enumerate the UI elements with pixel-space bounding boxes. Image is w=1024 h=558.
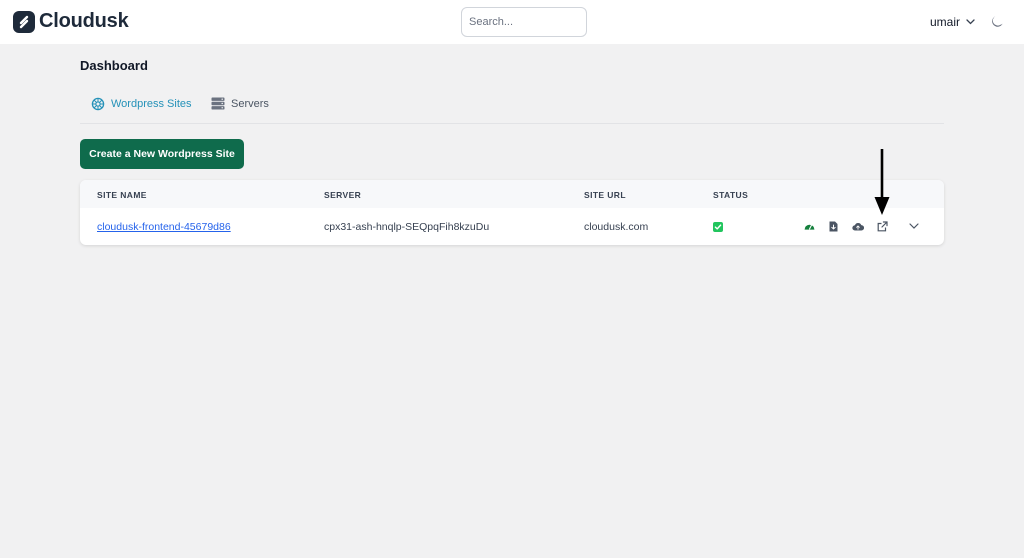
- moon-icon: [992, 16, 1003, 27]
- table-row: cloudusk-frontend-45679d86 cpx31-ash-hnq…: [80, 208, 944, 245]
- top-navbar: Cloudusk umair: [0, 0, 1024, 44]
- chevron-down-icon[interactable]: [908, 220, 920, 232]
- page-title: Dashboard: [80, 58, 148, 73]
- site-url: cloudusk.com: [584, 221, 649, 233]
- column-header-site-name: SITE NAME: [97, 190, 147, 200]
- user-menu[interactable]: umair: [930, 15, 975, 29]
- chevron-down-icon: [966, 19, 975, 25]
- sites-table: SITE NAME SERVER SITE URL STATUS cloudus…: [80, 180, 944, 245]
- brand-logo[interactable]: Cloudusk: [13, 10, 129, 33]
- column-header-status: STATUS: [713, 190, 749, 200]
- status-check-icon: [713, 222, 723, 232]
- column-header-site-url: SITE URL: [584, 190, 626, 200]
- brand-name: Cloudusk: [39, 10, 129, 32]
- cloud-upload-icon[interactable]: [852, 220, 864, 232]
- annotation-arrow-icon: [874, 149, 890, 215]
- tab-wordpress-sites[interactable]: Wordpress Sites: [91, 97, 192, 111]
- site-name-link[interactable]: cloudusk-frontend-45679d86: [97, 221, 231, 233]
- server-icon: [211, 97, 225, 110]
- tab-wordpress-sites-label: Wordpress Sites: [111, 98, 192, 110]
- tab-servers-label: Servers: [231, 97, 269, 110]
- cloudusk-logo-icon: [13, 10, 35, 33]
- external-link-icon[interactable]: [876, 220, 888, 232]
- file-download-icon[interactable]: [827, 220, 839, 232]
- server-name: cpx31-ash-hnqlp-SEQpqFih8kzuDu: [324, 221, 490, 233]
- wordpress-icon: [91, 97, 105, 111]
- tab-servers[interactable]: Servers: [211, 97, 269, 110]
- speed-gauge-icon[interactable]: [803, 220, 815, 232]
- tab-bar: Wordpress Sites Servers: [80, 92, 944, 124]
- column-header-server: SERVER: [324, 190, 362, 200]
- search-input[interactable]: [461, 7, 587, 37]
- table-header: SITE NAME SERVER SITE URL STATUS: [80, 180, 944, 208]
- user-name: umair: [930, 15, 961, 29]
- create-wordpress-site-button[interactable]: Create a New Wordpress Site: [80, 139, 244, 169]
- theme-toggle[interactable]: [991, 15, 1004, 33]
